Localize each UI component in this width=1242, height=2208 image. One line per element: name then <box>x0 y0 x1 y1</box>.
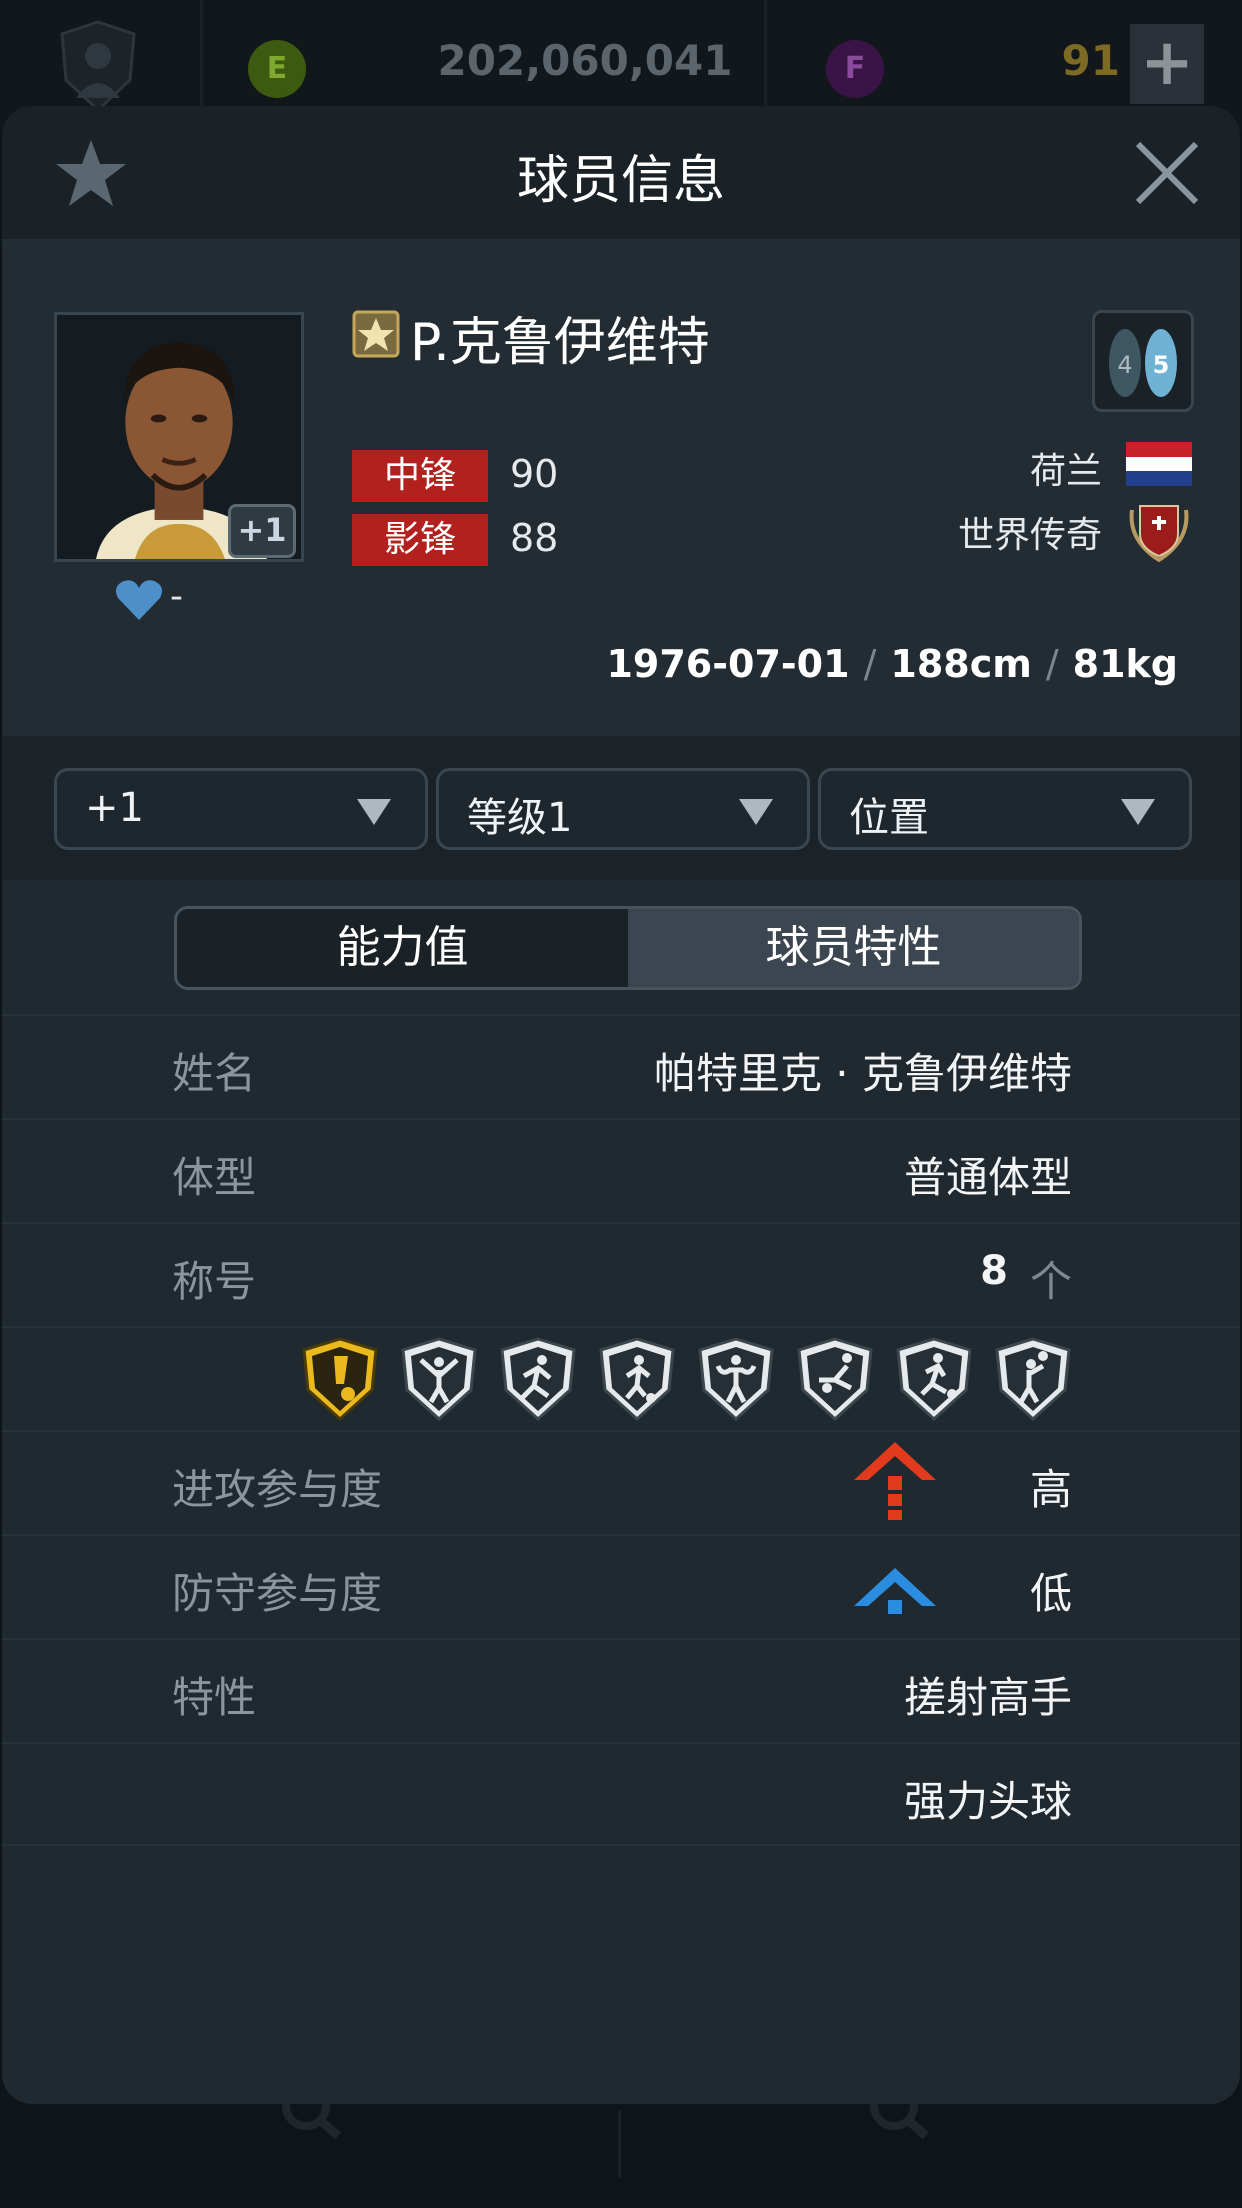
celebration-title-badge-icon[interactable] <box>399 1336 479 1422</box>
trait-row-skills-2: 强力头球 <box>2 1742 1240 1846</box>
row-label: 称号 <box>172 1257 257 1306</box>
row-label: 姓名 <box>172 1049 257 1098</box>
body-type: 普通体型 <box>903 1153 1072 1202</box>
select-label: 位置 <box>849 795 929 841</box>
modal-title: 球员信息 <box>516 151 725 211</box>
nation-name: 荷兰 <box>1029 451 1102 492</box>
heart-icon[interactable] <box>114 578 164 622</box>
bicycle-kick-title-badge-icon[interactable] <box>795 1336 875 1422</box>
modal-header: 球员信息 <box>2 106 1240 242</box>
separator <box>200 0 203 110</box>
separator <box>618 2110 621 2178</box>
position-tag: 中锋 <box>352 450 488 502</box>
attack-value: 高 <box>1029 1465 1072 1514</box>
right-foot-value: 5 <box>1153 351 1170 379</box>
skill-item: 强力头球 <box>903 1777 1072 1826</box>
weak-foot-indicator: 4 5 <box>1092 310 1194 412</box>
bottom-bar <box>0 2100 1242 2208</box>
row-label: 进攻参与度 <box>172 1465 383 1514</box>
runner-title-badge-icon[interactable] <box>498 1336 578 1422</box>
full-name: 帕特里克 · 克鲁伊维特 <box>653 1049 1072 1098</box>
ep-coin-icon: E <box>248 40 306 98</box>
skill-item: 搓射高手 <box>903 1673 1072 1722</box>
separator: / <box>863 642 877 686</box>
attack-high-arrow-icon <box>854 1442 936 1520</box>
tab-traits[interactable]: 球员特性 <box>628 909 1079 987</box>
ep-value: 202,060,041 <box>437 36 733 85</box>
trait-row-attack: 进攻参与度 高 <box>2 1430 1240 1534</box>
league-name: 世界传奇 <box>957 515 1102 556</box>
position-rating: 88 <box>510 516 559 560</box>
close-icon[interactable] <box>1132 138 1202 208</box>
dribbler-title-badge-icon[interactable] <box>597 1336 677 1422</box>
header-title-badge-icon[interactable] <box>993 1336 1073 1422</box>
height: 188cm <box>890 642 1032 686</box>
striker-title-badge-icon[interactable] <box>894 1336 974 1422</box>
season-grade-icon <box>352 310 400 358</box>
row-label: 防守参与度 <box>172 1569 383 1618</box>
titles-unit: 个 <box>1029 1257 1072 1306</box>
defense-low-arrow-icon <box>854 1568 936 1614</box>
dropdown-arrow-icon <box>1121 799 1155 825</box>
enhance-level-badge: +1 <box>228 504 296 558</box>
add-fp-button[interactable]: + <box>1130 24 1204 104</box>
search-icon[interactable] <box>276 2100 346 2150</box>
trait-row-skills: 特性 搓射高手 <box>2 1638 1240 1742</box>
player-info-modal: 球员信息 +1 - P.克鲁伊维特 4 5 中锋 90 影锋 88 荷兰 世界传… <box>2 106 1240 2104</box>
defense-value: 低 <box>1029 1569 1072 1618</box>
tab-bar: 能力值 球员特性 <box>174 906 1082 990</box>
tab-stats[interactable]: 能力值 <box>177 909 628 987</box>
left-foot-value: 4 <box>1117 351 1132 379</box>
like-count: - <box>170 576 183 617</box>
select-label: +1 <box>85 785 144 831</box>
trait-row-defense: 防守参与度 低 <box>2 1534 1240 1638</box>
birthdate: 1976-07-01 <box>606 642 850 686</box>
player-name: P.克鲁伊维特 <box>410 313 710 373</box>
row-label: 体型 <box>172 1153 257 1202</box>
weight: 81kg <box>1072 642 1178 686</box>
position-rating: 90 <box>510 452 559 496</box>
manager-avatar-icon[interactable] <box>56 18 140 114</box>
fp-value: 91 <box>1061 36 1120 85</box>
separator: / <box>1045 642 1059 686</box>
strongman-title-badge-icon[interactable] <box>696 1336 776 1422</box>
netherlands-flag-icon <box>1126 442 1192 486</box>
separator <box>764 0 767 110</box>
compare-search-icon[interactable] <box>864 2100 934 2150</box>
fp-coin-icon: F <box>826 40 884 98</box>
feet-icon: 4 5 <box>1109 329 1177 397</box>
level-select[interactable]: 等级1 <box>436 768 810 850</box>
trait-row-titles[interactable]: 称号 8 个 <box>2 1222 1240 1326</box>
position-select[interactable]: 位置 <box>818 768 1192 850</box>
trait-row-name: 姓名 帕特里克 · 克鲁伊维特 <box>2 1014 1240 1118</box>
enhance-select[interactable]: +1 <box>54 768 428 850</box>
position-tag: 影锋 <box>352 514 488 566</box>
trait-row-body: 体型 普通体型 <box>2 1118 1240 1222</box>
row-label: 特性 <box>172 1673 257 1722</box>
titles-count: 8 <box>980 1248 1008 1294</box>
gold-title-badge-icon[interactable] <box>300 1336 380 1422</box>
dropdown-arrow-icon <box>357 799 391 825</box>
dropdown-arrow-icon <box>739 799 773 825</box>
player-bio: 1976-07-01 / 188cm / 81kg <box>606 642 1178 686</box>
select-label: 等级1 <box>467 795 573 841</box>
league-logo-icon <box>1129 505 1189 562</box>
